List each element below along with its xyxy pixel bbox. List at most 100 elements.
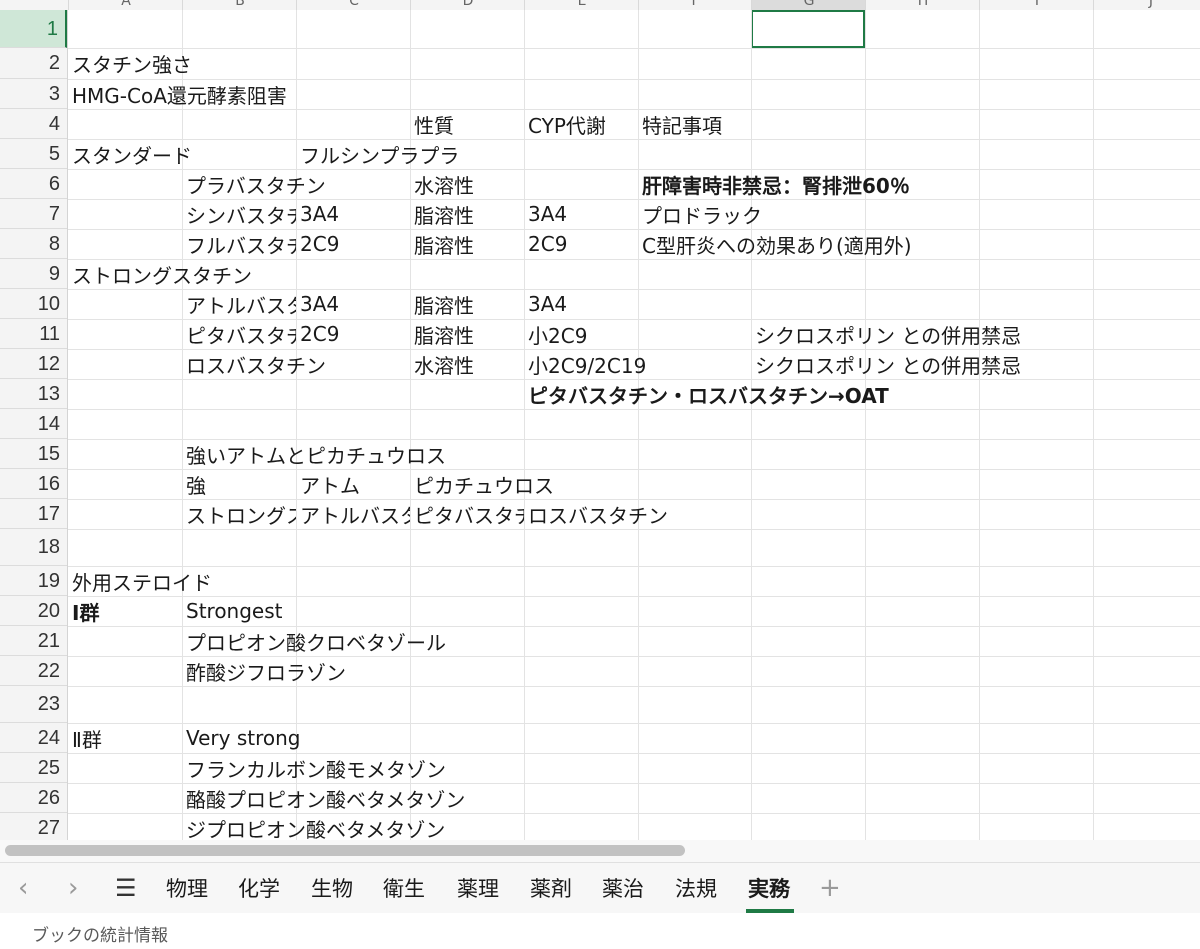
cell-b8[interactable]: フルバスタチン [182, 229, 296, 259]
row-header-1[interactable]: 1 [0, 10, 67, 48]
row-header-26[interactable]: 26 [0, 783, 67, 813]
cell-e17[interactable]: ロスバスタチン [524, 499, 668, 529]
cell-a2[interactable]: スタチン強さ [68, 48, 192, 79]
column-header-e[interactable]: E [524, 0, 639, 10]
cell-b16[interactable]: 強 [182, 469, 206, 499]
row-header-23[interactable]: 23 [0, 686, 67, 723]
cell-b27[interactable]: ジプロピオン酸ベタメタゾン [182, 813, 445, 841]
cell-a19[interactable]: 外用ステロイド [68, 566, 212, 596]
prev-sheet-icon[interactable]: ‹ [18, 873, 28, 903]
row-header-9[interactable]: 9 [0, 259, 67, 289]
sheet-tab-6[interactable]: 薬剤 [530, 873, 572, 903]
row-header-4[interactable]: 4 [0, 109, 67, 139]
column-header-d[interactable]: D [410, 0, 525, 10]
row-header-11[interactable]: 11 [0, 319, 67, 349]
row-header-6[interactable]: 6 [0, 169, 67, 199]
add-sheet-icon[interactable]: + [819, 873, 841, 903]
cell-f4[interactable]: 特記事項 [638, 109, 722, 139]
sheet-tab-4[interactable]: 衛生 [383, 873, 425, 903]
cell-e4[interactable]: CYP代謝 [524, 109, 606, 139]
cell-d10[interactable]: 脂溶性 [410, 289, 474, 319]
cell-e11[interactable]: 小2C9 [524, 319, 587, 349]
cell-a9[interactable]: ストロングスタチン [68, 259, 252, 289]
cell-d16[interactable]: ピカチュウロス [410, 469, 554, 499]
cell-c17[interactable]: アトルバスタチン [296, 499, 410, 529]
sheet-tab-7[interactable]: 薬治 [602, 873, 644, 903]
cell-b12[interactable]: ロスバスタチン [182, 349, 326, 379]
row-header-8[interactable]: 8 [0, 229, 67, 259]
sheet-tab-3[interactable]: 生物 [311, 873, 353, 903]
column-header-f[interactable]: F [638, 0, 752, 10]
cell-e12[interactable]: 小2C9/2C19 [524, 349, 646, 379]
scrollbar-thumb[interactable] [5, 845, 685, 856]
cell-b10[interactable]: アトルバスタチン [182, 289, 296, 319]
column-header-h[interactable]: H [865, 0, 980, 10]
column-header-c[interactable]: C [296, 0, 411, 10]
cell-f6[interactable]: 肝障害時非禁忌：腎排泄60％ [638, 169, 910, 199]
cell-b11[interactable]: ピタバスタチン [182, 319, 296, 349]
row-header-14[interactable]: 14 [0, 409, 67, 439]
spreadsheet-grid[interactable]: ABCDEFGHIJ 1 2 3 4 5 6 7 8 9 10 11 12 13 14 15 16 17 18 19… [0, 0, 1200, 840]
row-header-24[interactable]: 24 [0, 723, 67, 753]
workbook-statistics-link[interactable]: ブックの統計情報 [32, 921, 168, 946]
sheet-tab-9[interactable]: 実務 [748, 873, 790, 903]
cell-d7[interactable]: 脂溶性 [410, 199, 474, 229]
row-header-20[interactable]: 20 [0, 596, 67, 626]
horizontal-scrollbar[interactable] [0, 840, 1200, 862]
cell-b15[interactable]: 強いアトムとピカチュウロス [182, 439, 446, 469]
cell-f7[interactable]: プロドラック [638, 199, 762, 229]
cell-d17[interactable]: ピタバスタチン [410, 499, 524, 529]
row-header-3[interactable]: 3 [0, 79, 67, 109]
cell-e10[interactable]: 3A4 [524, 289, 567, 319]
row-header-15[interactable]: 15 [0, 439, 67, 469]
cell-c8[interactable]: 2C9 [296, 229, 339, 259]
cell-a5[interactable]: スタンダード [68, 139, 192, 169]
row-header-21[interactable]: 21 [0, 626, 67, 656]
cell-b25[interactable]: フランカルボン酸モメタゾン [182, 753, 446, 783]
column-header-a[interactable]: A [68, 0, 183, 10]
row-header-25[interactable]: 25 [0, 753, 67, 783]
cell-b7[interactable]: シンバスタチン [182, 199, 296, 229]
column-header-i[interactable]: I [979, 0, 1094, 10]
sheet-list-menu-icon[interactable]: ☰ [115, 874, 137, 902]
cell-g12[interactable]: シクロスポリン との併用禁忌 [751, 349, 1021, 379]
row-header-13[interactable]: 13 [0, 379, 67, 409]
next-sheet-icon[interactable]: › [68, 873, 78, 903]
cell-f8[interactable]: C型肝炎への効果あり(適用外) [638, 229, 912, 259]
cell-b6[interactable]: プラバスタチン [182, 169, 326, 199]
sheet-tab-5[interactable]: 薬理 [457, 873, 499, 903]
row-header-10[interactable]: 10 [0, 289, 67, 319]
cell-c5[interactable]: フルシンプラプラ [296, 139, 459, 169]
cell-a20[interactable]: Ⅰ群 [68, 596, 99, 626]
cell-c11[interactable]: 2C9 [296, 319, 339, 349]
cell-e7[interactable]: 3A4 [524, 199, 567, 229]
cell-c10[interactable]: 3A4 [296, 289, 339, 319]
cell-d12[interactable]: 水溶性 [410, 349, 474, 379]
column-header-j[interactable]: J [1093, 0, 1200, 10]
sheet-tab-8[interactable]: 法規 [675, 873, 717, 903]
cell-b24[interactable]: Very strong [182, 723, 301, 753]
row-header-17[interactable]: 17 [0, 499, 67, 529]
cell-b26[interactable]: 酪酸プロピオン酸ベタメタゾン [182, 783, 465, 813]
cell-d4[interactable]: 性質 [410, 109, 454, 139]
cell-d8[interactable]: 脂溶性 [410, 229, 474, 259]
cell-e8[interactable]: 2C9 [524, 229, 567, 259]
row-header-27[interactable]: 27 [0, 813, 67, 840]
cell-d11[interactable]: 脂溶性 [410, 319, 474, 349]
row-header-16[interactable]: 16 [0, 469, 67, 499]
selected-cell[interactable] [751, 10, 865, 48]
row-header-2[interactable]: 2 [0, 48, 67, 79]
row-header-19[interactable]: 19 [0, 566, 67, 596]
cell-a3[interactable]: HMG-CoA還元酵素阻害 [68, 79, 287, 109]
sheet-tab-2[interactable]: 化学 [238, 873, 280, 903]
cell-b17[interactable]: ストロングスタチン [182, 499, 296, 529]
cell-area[interactable]: スタチン強さ HMG-CoA還元酵素阻害性質 CYP代謝 特記事項スタンダード フルシン… [68, 10, 1200, 840]
column-header-b[interactable]: B [182, 0, 297, 10]
cell-b20[interactable]: Strongest [182, 596, 283, 626]
cell-b22[interactable]: 酢酸ジフロラゾン [182, 656, 346, 686]
row-header-22[interactable]: 22 [0, 656, 67, 686]
cell-d6[interactable]: 水溶性 [410, 169, 474, 199]
row-header-5[interactable]: 5 [0, 139, 67, 169]
cell-a24[interactable]: Ⅱ群 [68, 723, 102, 753]
sheet-tab-1[interactable]: 物理 [166, 873, 208, 903]
